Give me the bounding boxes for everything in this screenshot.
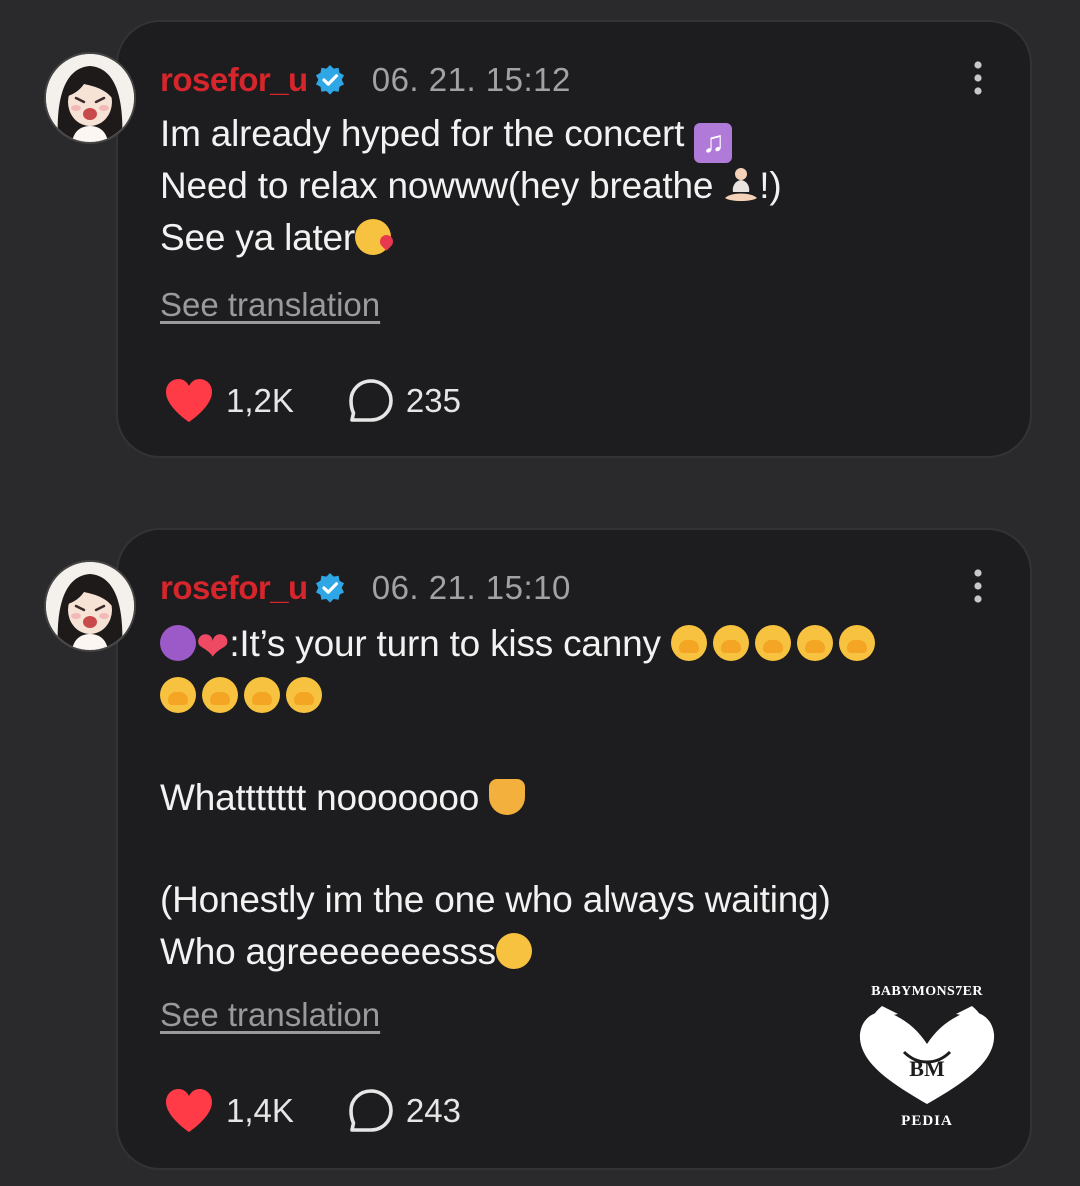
meditation-emoji [725, 168, 758, 201]
music-note-emoji: ♫ [694, 123, 733, 163]
line-text: :It’s your turn to kiss canny [229, 623, 671, 664]
username[interactable]: rosefor_u [160, 569, 308, 607]
post-line: See ya later [160, 212, 782, 264]
heart-wings-logo-icon: BM [859, 1006, 995, 1104]
watermark-center-text: BM [909, 1056, 945, 1081]
username[interactable]: rosefor_u [160, 61, 308, 99]
more-options-icon[interactable] [970, 568, 986, 604]
post-line: Who agreeeeeeesss [160, 926, 875, 978]
hand-over-mouth-emoji [670, 625, 707, 661]
line-text: See ya later [160, 217, 356, 258]
avatar-illustration-icon [46, 562, 134, 650]
comment-count: 243 [405, 1092, 461, 1129]
post-line: Whattttttt nooooooo [160, 772, 875, 824]
post-blank-line [160, 824, 875, 874]
heart-icon[interactable] [164, 378, 214, 424]
line-text: Need to relax nowww(hey breathe [160, 165, 724, 206]
more-options-icon[interactable] [970, 60, 986, 96]
hand-over-mouth-emoji [712, 625, 749, 661]
line-text: (Honestly im the one who always waiting) [160, 879, 831, 920]
avatar[interactable] [44, 560, 136, 652]
post-line [160, 670, 875, 722]
post-timestamp: 06. 21. 15:10 [371, 569, 571, 606]
see-translation-link[interactable]: See translation [160, 996, 380, 1034]
heart-emoji: ❤ [196, 625, 230, 669]
like-count: 1,2K [226, 382, 294, 419]
post-line: Im already hyped for the concert ♫ [160, 108, 782, 163]
post-meta: rosefor_u 06. 21. 15:12 [160, 60, 571, 100]
weary-cat-emoji [489, 779, 526, 815]
post-actions: 1,4K 243 [164, 1086, 461, 1136]
kissing-face-emoji [355, 219, 392, 255]
hand-over-mouth-emoji [286, 677, 322, 713]
post-line: (Honestly im the one who always waiting) [160, 874, 875, 926]
line-text: Im already hyped for the concert [160, 113, 695, 154]
hand-over-mouth-emoji [754, 625, 791, 661]
hand-over-mouth-emoji [838, 625, 875, 661]
hand-over-mouth-emoji [202, 677, 238, 713]
watermark-bottom-text: PEDIA [901, 1113, 953, 1129]
verified-badge-icon [315, 65, 344, 95]
hand-over-mouth-emoji [160, 677, 196, 713]
avatar[interactable] [44, 52, 136, 144]
watermark-logo: BABYMONS7ER BM PEDIA [852, 984, 1002, 1130]
see-translation-link[interactable]: See translation [160, 286, 380, 324]
devil-face-emoji [160, 625, 196, 661]
watermark-top-text: BABYMONS7ER [871, 984, 983, 999]
like-count: 1,4K [226, 1092, 294, 1129]
post-line: ❤:It’s your turn to kiss canny [160, 618, 875, 670]
smiling-face-emoji [495, 933, 532, 969]
line-text: Whattttttt nooooooo [160, 777, 490, 818]
post-meta: rosefor_u 06. 21. 15:10 [160, 568, 571, 608]
heart-icon[interactable] [164, 1088, 214, 1134]
comment-count: 235 [405, 382, 461, 419]
post-body: ❤:It’s your turn to kiss canny Whatttttt… [160, 618, 875, 978]
comment-icon[interactable] [348, 1088, 394, 1134]
verified-badge-icon [315, 573, 344, 603]
hand-over-mouth-emoji [244, 677, 280, 713]
hand-over-mouth-emoji [796, 625, 833, 661]
post-timestamp: 06. 21. 15:12 [371, 61, 571, 98]
post-card[interactable]: rosefor_u 06. 21. 15:12 Im already hyped… [116, 20, 1032, 458]
post-line: Need to relax nowww(hey breathe !) [160, 160, 782, 212]
post-actions: 1,2K 235 [164, 376, 461, 426]
line-text: !) [759, 165, 782, 206]
avatar-illustration-icon [46, 54, 134, 142]
line-text: Who agreeeeeeesss [160, 931, 496, 972]
comment-icon[interactable] [348, 378, 394, 424]
post-body: Im already hyped for the concert ♫ Need … [160, 108, 782, 264]
post-blank-line [160, 722, 875, 772]
